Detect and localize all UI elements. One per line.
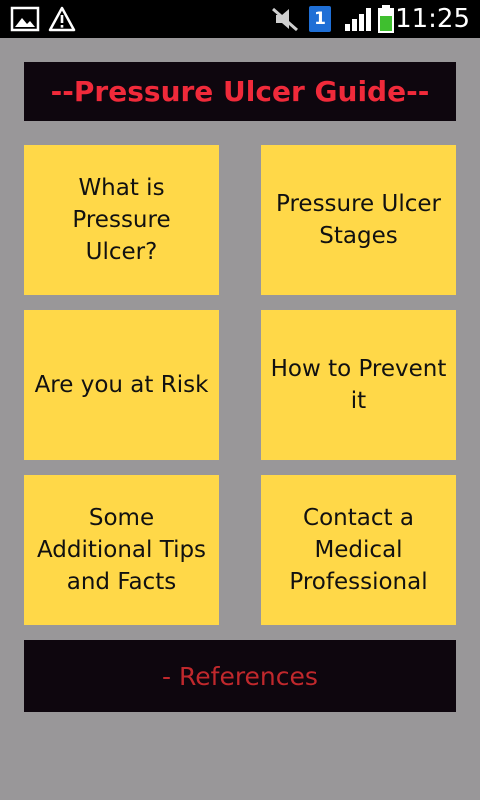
warning-icon (48, 6, 76, 36)
menu-item-label: What is Pressure Ulcer? (72, 175, 171, 265)
menu-are-you-at-risk-button[interactable]: Are you at Risk (24, 310, 219, 460)
menu-pressure-ulcer-stages-button[interactable]: Pressure Ulcer Stages (261, 145, 456, 295)
notification-badge-icon: 1 (308, 5, 332, 37)
notification-count: 1 (314, 9, 326, 29)
menu-contact-professional-button[interactable]: Contact a Medical Professional (261, 475, 456, 625)
menu-item-label: How to Prevent it (270, 356, 447, 414)
menu-how-to-prevent-button[interactable]: How to Prevent it (261, 310, 456, 460)
menu-additional-tips-button[interactable]: Some Additional Tips and Facts (24, 475, 219, 625)
signal-icon (343, 6, 373, 36)
menu-item-label: Are you at Risk (34, 372, 209, 398)
references-label: - References (162, 661, 318, 691)
page-title: --Pressure Ulcer Guide-- (50, 75, 430, 108)
references-button[interactable]: - References (24, 640, 456, 712)
menu-what-is-pressure-ulcer-button[interactable]: What is Pressure Ulcer? (24, 145, 219, 295)
mute-icon (270, 6, 300, 36)
menu-item-label: Pressure Ulcer Stages (276, 191, 441, 249)
gallery-icon (10, 6, 40, 36)
status-bar: 1 11:25 (0, 0, 480, 38)
status-time: 11:25 (395, 4, 470, 34)
menu-item-label: Contact a Medical Professional (289, 505, 428, 595)
menu-item-label: Some Additional Tips and Facts (36, 505, 207, 595)
battery-icon (376, 4, 396, 38)
app-title-banner: --Pressure Ulcer Guide-- (24, 62, 456, 121)
